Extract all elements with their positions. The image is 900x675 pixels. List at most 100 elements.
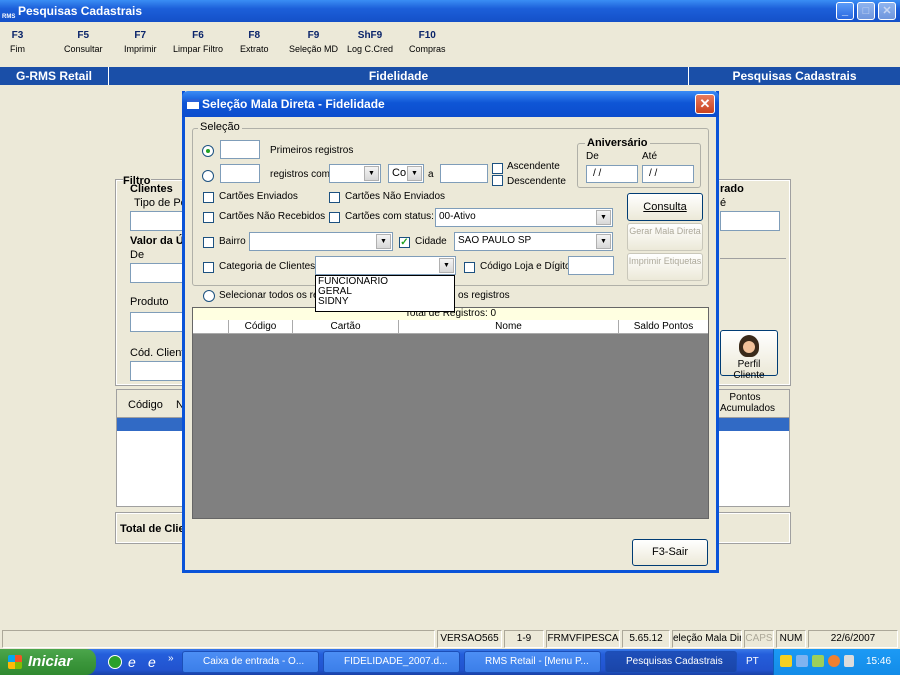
sair-button[interactable]: F3-Sair	[632, 539, 708, 566]
fkey-f5-button[interactable]: F5 Consultar	[64, 30, 103, 54]
primeiros-label: Primeiros registros	[270, 145, 354, 156]
strip-right: Pesquisas Cadastrais	[688, 67, 900, 85]
grid-header: Código Cartão Nome Saldo Pontos	[193, 320, 708, 334]
registros-com-label: registros com	[270, 169, 331, 180]
imprimir-etiquetas-button[interactable]: Imprimir Etiquetas	[627, 253, 703, 281]
cartoes-nao-recebidos-checkbox[interactable]	[203, 212, 214, 223]
window-icon	[187, 99, 199, 109]
cadastrado-ate-field[interactable]	[720, 211, 780, 231]
fkey-f3-button[interactable]: F3 Fim	[10, 30, 25, 54]
categoria-dropdown-list[interactable]: FUNCIONARIO GERAL SIDNY	[315, 275, 455, 312]
primeiros-radio[interactable]	[202, 145, 214, 157]
registros-grid[interactable]	[192, 307, 709, 519]
primeiros-input[interactable]	[220, 140, 260, 159]
close-icon: ✕	[878, 2, 896, 20]
fkey-f9-button[interactable]: F9 Seleção MD	[289, 30, 338, 54]
col-codigo: Código	[128, 399, 163, 411]
status-date: 22/6/2007	[808, 630, 898, 648]
ascendente-checkbox[interactable]	[492, 163, 503, 174]
registros-com-radio[interactable]	[202, 170, 214, 182]
status-empty	[2, 630, 435, 648]
fkey-f7-button[interactable]: F7 Imprimir	[124, 30, 157, 54]
valor-de-field[interactable]	[130, 263, 186, 283]
fkey-f8-button[interactable]: F8 Extrato	[240, 30, 269, 54]
col-pontos: Pontos Acumulados	[720, 392, 776, 414]
registros-input[interactable]	[220, 164, 260, 183]
volume-icon	[844, 655, 854, 667]
total-label: Total de Clie	[120, 523, 185, 535]
chevron-down-icon: ▼	[596, 210, 611, 225]
tipo-pessoa-field[interactable]	[130, 211, 186, 231]
gerar-mala-direta-button[interactable]: Gerar Mala Direta	[627, 223, 703, 251]
aniv-ate-input[interactable]: / /	[642, 165, 694, 183]
task-rms-retail[interactable]: RMS Retail - [Menu P...	[464, 651, 601, 673]
task-pesquisas-cadastrais[interactable]: Pesquisas Cadastrais	[605, 651, 737, 673]
ie-icon[interactable]: e	[128, 654, 136, 670]
bairro-combo[interactable]: ▼	[249, 232, 393, 251]
minimize-icon[interactable]: _	[836, 2, 854, 20]
grid-col-nome[interactable]: Nome	[399, 320, 619, 334]
produto-field[interactable]	[130, 312, 186, 332]
cod-cliente-field[interactable]	[130, 361, 186, 381]
a-label: a	[428, 169, 434, 180]
window-title: Pesquisas Cadastrais	[18, 4, 143, 18]
categoria-checkbox[interactable]	[203, 262, 214, 273]
status-versao: VERSAO565	[437, 630, 502, 648]
cartoes-nao-enviados-checkbox[interactable]	[329, 192, 340, 203]
bairro-checkbox[interactable]	[203, 237, 214, 248]
categoria-combo[interactable]: ▼	[315, 256, 456, 275]
selecao-label: Seleção	[198, 121, 242, 133]
cidade-checkbox[interactable]: ✓	[399, 237, 410, 248]
selecionar-todos-radio[interactable]	[203, 290, 215, 302]
grid-col-saldo[interactable]: Saldo Pontos	[619, 320, 708, 334]
task-fidelidade-doc[interactable]: FIDELIDADE_2007.d...	[323, 651, 460, 673]
codigo-loja-checkbox[interactable]	[464, 262, 475, 273]
task-caixa-entrada[interactable]: Caixa de entrada - O...	[182, 651, 319, 673]
chevron-down-icon: ▼	[407, 166, 422, 181]
field-combo[interactable]: ▼	[329, 164, 381, 183]
language-indicator[interactable]: PT	[746, 656, 759, 667]
chevron-down-icon: ▼	[596, 234, 611, 249]
cadastrado-label: rado	[720, 183, 744, 195]
status-combo[interactable]: 00-Ativo ▼	[435, 208, 613, 227]
operator-combo[interactable]: Co ▼	[388, 164, 424, 183]
system-tray: 15:46	[773, 649, 900, 675]
cidade-label: Cidade	[415, 236, 447, 247]
windows-logo-icon	[8, 655, 22, 669]
aniv-de-input[interactable]: / /	[586, 165, 638, 183]
more-icon[interactable]: »	[168, 653, 174, 664]
dialog-close-icon[interactable]: ✕	[695, 94, 715, 114]
ascendente-label: Ascendente	[507, 161, 560, 172]
strip-center: Fidelidade	[108, 67, 688, 85]
tray-icon	[828, 655, 840, 667]
status-form: FRMVFIPESCA	[546, 630, 620, 648]
perfil-cliente-button[interactable]: Perfil Cliente	[720, 330, 778, 381]
aniv-ate-label: Até	[642, 151, 658, 162]
fkey-f6-button[interactable]: F6 Limpar Filtro	[173, 30, 223, 54]
browser-icon[interactable]: e	[148, 654, 156, 670]
status-bar: VERSAO565 1-9 FRMVFIPESCA 5.65.12 eleção…	[0, 629, 900, 649]
strip-left: G-RMS Retail	[0, 67, 108, 85]
grid-col-codigo[interactable]: Código	[229, 320, 293, 334]
grid-col-cartao[interactable]: Cartão	[293, 320, 399, 334]
desktop-icon[interactable]	[108, 655, 122, 669]
dialog-title: Seleção Mala Direta - Fidelidade	[202, 97, 385, 111]
aniv-de-label: De	[586, 151, 599, 162]
app-logo-icon: RMS	[2, 14, 16, 20]
descendente-checkbox[interactable]	[492, 175, 503, 186]
status-num: NUM	[776, 630, 806, 648]
produto-label: Produto	[130, 296, 169, 308]
fkey-shf9-button[interactable]: ShF9 Log C.Cred	[347, 30, 393, 54]
person-icon	[739, 335, 759, 357]
fkey-f10-button[interactable]: F10 Compras	[409, 30, 446, 54]
consulta-button[interactable]: Consulta	[627, 193, 703, 221]
cartoes-status-checkbox[interactable]	[329, 212, 340, 223]
value-input[interactable]	[440, 164, 488, 183]
cartoes-enviados-checkbox[interactable]	[203, 192, 214, 203]
list-item[interactable]: SIDNY	[318, 297, 452, 307]
start-button[interactable]: Iniciar	[0, 649, 96, 675]
divider	[720, 258, 786, 259]
codigo-loja-input[interactable]	[568, 256, 614, 275]
cidade-combo[interactable]: SAO PAULO SP ▼	[454, 232, 613, 251]
descendente-label: Descendente	[507, 176, 566, 187]
